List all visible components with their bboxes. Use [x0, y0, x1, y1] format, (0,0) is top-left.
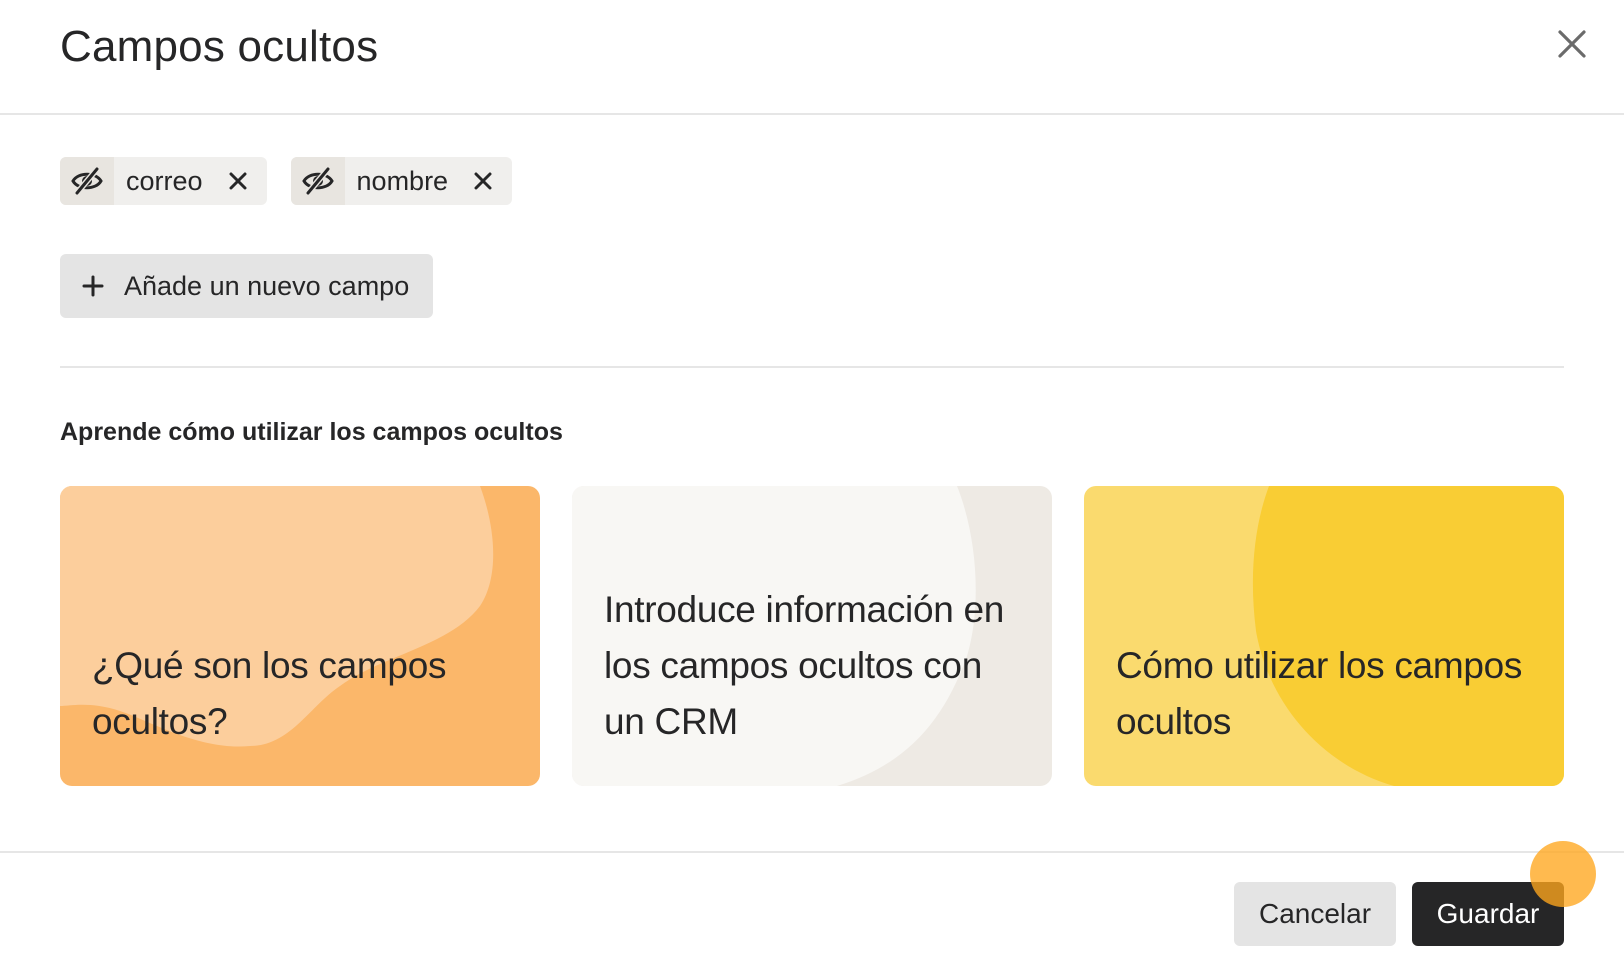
tag-label: correo [126, 165, 203, 196]
eye-slash-icon [60, 157, 114, 205]
card-title: Introduce información en los campos ocul… [604, 589, 1005, 742]
footer-divider [0, 851, 1624, 853]
eye-slash-icon [290, 157, 345, 205]
close-icon [1558, 30, 1586, 58]
learn-heading: Aprende cómo utilizar los campos ocultos [60, 418, 563, 446]
add-field-button[interactable]: Añade un nuevo campo [60, 254, 434, 318]
dialog-title: Campos ocultos [60, 22, 379, 71]
cancel-button[interactable]: Cancelar [1234, 882, 1396, 946]
section-divider [60, 366, 1564, 368]
save-button[interactable]: Guardar [1412, 882, 1564, 946]
hidden-field-tag-correo: correo [60, 157, 267, 205]
learn-card-crm[interactable]: Introduce información en los campos ocul… [572, 486, 1052, 786]
dialog-header: Campos ocultos [0, 0, 1624, 115]
plus-icon [82, 275, 104, 297]
remove-tag-button[interactable] [227, 170, 249, 192]
tag-label: nombre [356, 165, 449, 196]
add-field-label: Añade un nuevo campo [124, 270, 410, 301]
remove-tag-button[interactable] [472, 170, 494, 192]
card-title: Cómo utilizar los campos ocultos [1116, 645, 1523, 742]
close-button[interactable] [1550, 22, 1594, 66]
close-icon [229, 172, 247, 190]
hidden-fields-dialog: Campos ocultos correo nombre Añade un nu… [0, 0, 1624, 966]
learn-card-what-are-hidden-fields[interactable]: ¿Qué son los campos ocultos? [60, 486, 540, 786]
close-icon [474, 172, 492, 190]
card-title: ¿Qué son los campos ocultos? [92, 645, 447, 742]
hidden-field-tag-nombre: nombre [290, 157, 513, 205]
learn-cards: ¿Qué son los campos ocultos? Introduce i… [60, 486, 1564, 786]
learn-card-how-to-use[interactable]: Cómo utilizar los campos ocultos [1084, 486, 1564, 786]
hidden-field-tags: correo nombre [60, 157, 513, 205]
